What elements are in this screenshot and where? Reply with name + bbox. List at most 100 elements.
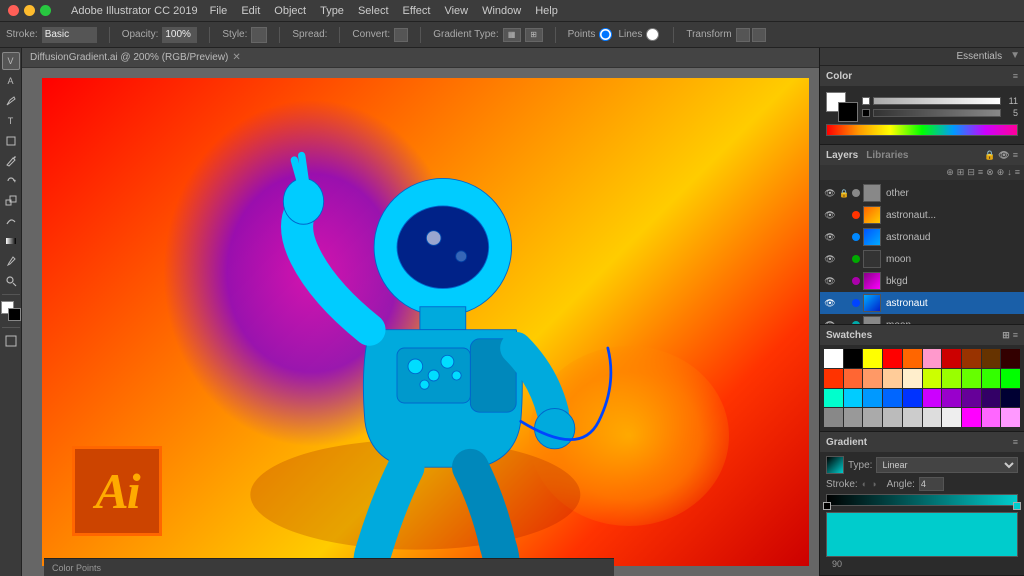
swatch-item[interactable]: [903, 369, 922, 388]
layer-item-2[interactable]: 👁 astronaud: [820, 226, 1024, 248]
minimize-button[interactable]: [24, 5, 35, 16]
layer-lock-0[interactable]: 🔒: [839, 188, 849, 198]
gradient-tool[interactable]: [2, 232, 20, 250]
menu-help[interactable]: Help: [535, 5, 558, 17]
layer-eye-1[interactable]: 👁: [824, 209, 836, 221]
canvas-tab[interactable]: DiffusionGradient.ai @ 200% (RGB/Preview…: [22, 48, 819, 68]
menu-edit[interactable]: Edit: [241, 5, 260, 17]
brush-tool[interactable]: [2, 152, 20, 170]
gradient-stroke-icon1[interactable]: ◐: [862, 479, 867, 489]
gradient-stop-right[interactable]: [1013, 502, 1021, 510]
layers-menu[interactable]: ≡: [1013, 150, 1018, 161]
layer-item-4[interactable]: 👁 bkgd: [820, 270, 1024, 292]
layer-icon1[interactable]: ⊕: [946, 167, 954, 178]
layer-eye-0[interactable]: 👁: [824, 187, 836, 199]
layers-lock-icon[interactable]: 🔒: [984, 150, 995, 161]
layer-icon4[interactable]: ≡: [978, 167, 983, 178]
layer-item-1[interactable]: 👁 astronaut...: [820, 204, 1024, 226]
layer-icon5[interactable]: ⊗: [986, 167, 994, 178]
canvas-viewport[interactable]: Ai Color Points: [22, 68, 819, 576]
color-swatches[interactable]: [1, 301, 21, 321]
swatch-item[interactable]: [903, 349, 922, 368]
maximize-button[interactable]: [40, 5, 51, 16]
gradient-type-select[interactable]: Linear Radial: [876, 457, 1018, 473]
swatch-item[interactable]: [982, 408, 1001, 427]
swatch-item[interactable]: [883, 389, 902, 408]
gradient-stop-left[interactable]: [823, 502, 831, 510]
menu-window[interactable]: Window: [482, 5, 521, 17]
layers-eye-icon[interactable]: 👁: [998, 150, 1009, 161]
menu-select[interactable]: Select: [358, 5, 389, 17]
gradient-type-icon2[interactable]: ⊞: [525, 28, 543, 42]
swatch-item[interactable]: [863, 349, 882, 368]
direct-select-tool[interactable]: A: [2, 72, 20, 90]
swatch-item[interactable]: [844, 408, 863, 427]
layer-icon3[interactable]: ⊟: [967, 167, 975, 178]
menu-effect[interactable]: Effect: [403, 5, 431, 17]
swatch-item[interactable]: [824, 408, 843, 427]
eyedropper-tool[interactable]: [2, 252, 20, 270]
essentials-tab[interactable]: Essentials: [953, 50, 1007, 63]
color-panel-header[interactable]: Color ≡: [820, 66, 1024, 86]
swatch-item[interactable]: [982, 349, 1001, 368]
swatch-item[interactable]: [942, 369, 961, 388]
points-radio[interactable]: [599, 28, 612, 41]
gradient-type-icon[interactable]: ▦: [503, 28, 521, 42]
scale-tool[interactable]: [2, 192, 20, 210]
menu-view[interactable]: View: [444, 5, 468, 17]
swatch-item[interactable]: [883, 349, 902, 368]
layer-item-6[interactable]: 👁 moon: [820, 314, 1024, 325]
layer-icon6[interactable]: ⊕: [997, 167, 1005, 178]
gradient-bar[interactable]: [826, 494, 1018, 506]
swatch-item[interactable]: [942, 408, 961, 427]
swatch-item[interactable]: [962, 369, 981, 388]
layer-eye-4[interactable]: 👁: [824, 275, 836, 287]
swatches-panel-header[interactable]: Swatches ⊞ ≡: [820, 325, 1024, 345]
select-tool[interactable]: V: [2, 52, 20, 70]
swatch-item[interactable]: [962, 408, 981, 427]
layer-eye-5[interactable]: 👁: [824, 297, 836, 309]
pen-tool[interactable]: [2, 92, 20, 110]
swatch-item[interactable]: [883, 408, 902, 427]
swatch-item[interactable]: [962, 349, 981, 368]
swatch-item[interactable]: [863, 369, 882, 388]
convert-btn[interactable]: [394, 28, 408, 42]
rotate-tool[interactable]: [2, 172, 20, 190]
layer-lock-5[interactable]: [839, 298, 849, 308]
layer-item-0[interactable]: 👁 🔒 other: [820, 182, 1024, 204]
swatch-item[interactable]: [863, 408, 882, 427]
swatch-item[interactable]: [982, 369, 1001, 388]
shape-tool[interactable]: [2, 132, 20, 150]
gradient-stroke-icon2[interactable]: ◑: [871, 479, 876, 489]
layers-tab[interactable]: Layers: [826, 150, 858, 161]
swatch-item[interactable]: [844, 389, 863, 408]
swatch-item[interactable]: [903, 389, 922, 408]
layer-lock-1[interactable]: [839, 210, 849, 220]
swatch-item[interactable]: [942, 349, 961, 368]
swatch-item[interactable]: [1001, 389, 1020, 408]
swatch-item[interactable]: [942, 389, 961, 408]
bg-color-swatch[interactable]: [838, 102, 858, 122]
gradient-panel-header[interactable]: Gradient ≡: [820, 432, 1024, 452]
g-slider[interactable]: [873, 109, 1001, 117]
swatch-item[interactable]: [903, 408, 922, 427]
style-selector[interactable]: [251, 27, 267, 43]
swatches-view-icon[interactable]: ⊞: [1002, 330, 1010, 341]
close-tab-icon[interactable]: ✕: [232, 52, 240, 63]
layer-lock-2[interactable]: [839, 232, 849, 242]
layer-item-5[interactable]: 👁 astronaut: [820, 292, 1024, 314]
menu-type[interactable]: Type: [320, 5, 344, 17]
layer-icon8[interactable]: ≡: [1015, 167, 1020, 178]
layer-eye-2[interactable]: 👁: [824, 231, 836, 243]
swatch-item[interactable]: [1001, 369, 1020, 388]
lines-radio[interactable]: [646, 28, 659, 41]
gradient-angle-input[interactable]: [919, 477, 944, 491]
swatch-item[interactable]: [824, 369, 843, 388]
swatch-item[interactable]: [883, 369, 902, 388]
swatch-item[interactable]: [923, 349, 942, 368]
gradient-menu[interactable]: ≡: [1013, 437, 1018, 447]
transform-btn2[interactable]: [752, 28, 766, 42]
layer-icon2[interactable]: ⊞: [957, 167, 965, 178]
warp-tool[interactable]: [2, 212, 20, 230]
libraries-tab[interactable]: Libraries: [866, 150, 908, 161]
